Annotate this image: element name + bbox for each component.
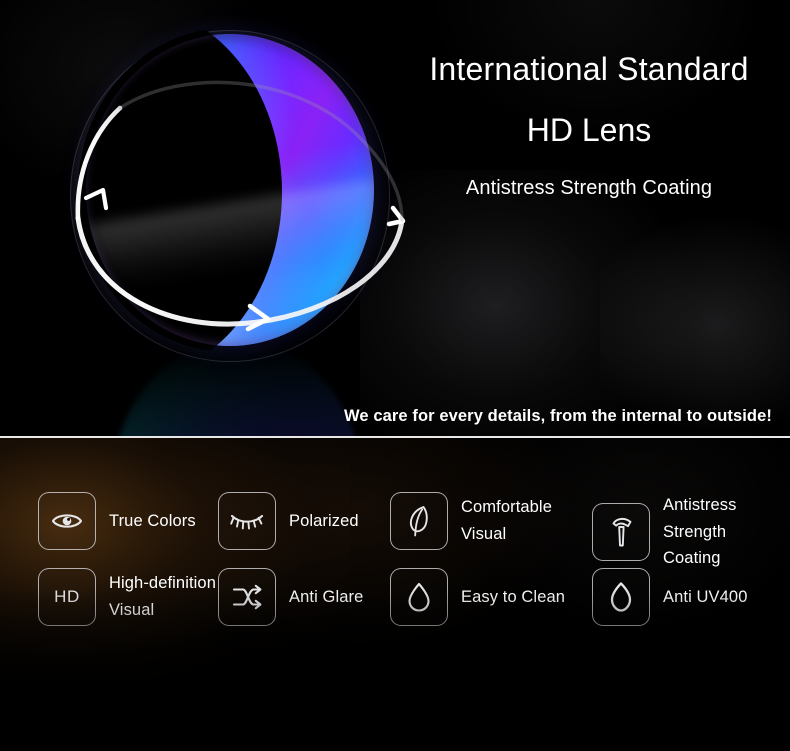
hero-text-block: International Standard HD Lens Antistres… (400, 51, 778, 200)
eye-icon (38, 492, 96, 550)
feature-label: True Colors (109, 511, 196, 530)
hero-tagline: We care for every details, from the inte… (344, 407, 772, 425)
feature-label: Comfortable Visual (461, 498, 552, 543)
hero-subtitle: Antistress Strength Coating (465, 177, 713, 200)
feature-item-antistress-strength-coating: Antistress Strength Coating (592, 492, 736, 572)
lens-graphic (62, 22, 412, 437)
product-feature-banner: International Standard HD Lens Antistres… (0, 0, 790, 751)
eyelash-icon (218, 492, 276, 550)
hero-section: International Standard HD Lens Antistres… (0, 0, 790, 437)
feather-icon (390, 492, 448, 550)
feature-item-comfortable-visual: Comfortable Visual (390, 492, 552, 550)
background-glow (600, 210, 790, 437)
feature-item-true-colors: True Colors (38, 492, 196, 550)
hero-title-line1: International Standard (429, 51, 749, 87)
feature-item-polarized: Polarized (218, 492, 359, 550)
orbit-ring-arrows-icon (75, 80, 406, 332)
hero-title-line2: HD Lens (526, 112, 652, 149)
bottom-fade (0, 588, 790, 751)
features-section: True Colors Polarized Comfortable Visual… (0, 438, 790, 751)
feature-label: Antistress Strength Coating (663, 496, 737, 568)
feature-label: Polarized (289, 511, 359, 530)
hammer-icon (592, 503, 650, 562)
